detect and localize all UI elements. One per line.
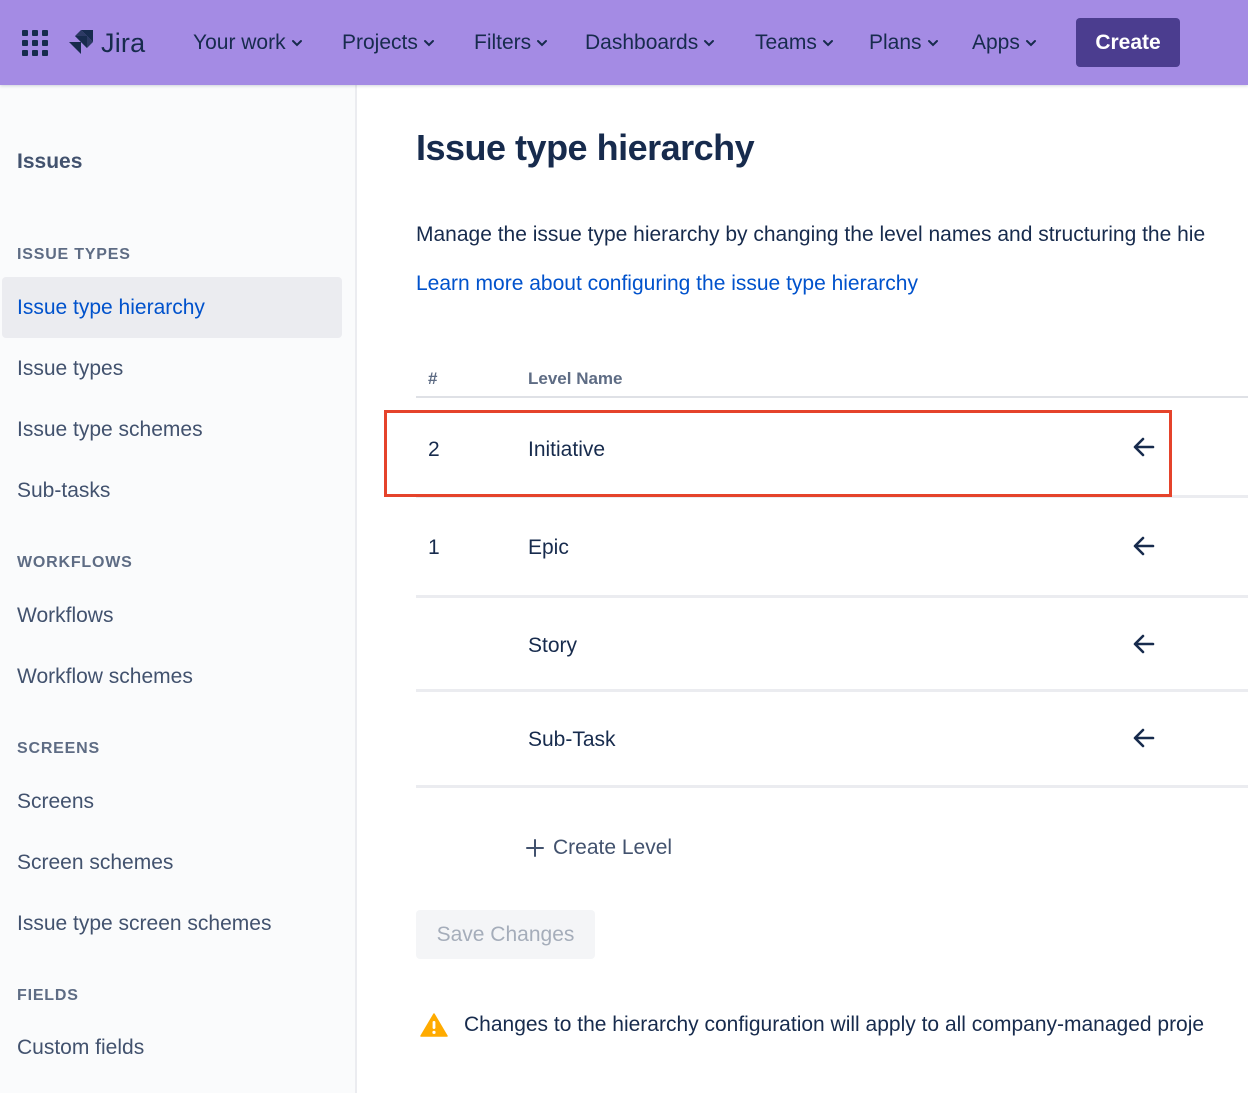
app-switcher-icon[interactable] — [22, 30, 48, 56]
chevron-down-icon — [927, 40, 938, 47]
chevron-down-icon — [822, 40, 833, 47]
sidebar-item-issue-types[interactable]: Issue types — [2, 338, 342, 399]
chevron-down-icon — [704, 40, 715, 47]
nav-label: Teams — [755, 31, 817, 54]
sidebar-item-label: Screens — [17, 789, 95, 813]
main-content: Issue type hierarchy Manage the issue ty… — [359, 85, 1248, 1093]
nav-projects[interactable]: Projects — [342, 28, 436, 58]
sidebar-item-issue-type-hierarchy[interactable]: Issue type hierarchy — [2, 277, 342, 338]
arrow-left-icon[interactable] — [1131, 631, 1157, 657]
sidebar-item-label: Workflow schemes — [17, 664, 193, 688]
nav-label: Your work — [193, 31, 286, 54]
sidebar-item-label: Issue type schemes — [17, 417, 203, 441]
level-name[interactable]: Story — [528, 634, 577, 658]
sidebar-item-custom-fields[interactable]: Custom fields — [2, 1017, 342, 1078]
plus-icon — [526, 839, 544, 857]
save-changes-button[interactable]: Save Changes — [416, 910, 595, 959]
chevron-down-icon — [423, 40, 434, 47]
level-name[interactable]: Epic — [528, 536, 569, 560]
arrow-left-icon[interactable] — [1131, 725, 1157, 751]
level-number: 1 — [428, 536, 440, 559]
sidebar-item-screens[interactable]: Screens — [2, 771, 342, 832]
sidebar: Issues ISSUE TYPES Issue type hierarchy … — [0, 85, 357, 1093]
warning-text: Changes to the hierarchy configuration w… — [464, 1013, 1205, 1036]
sidebar-item-workflow-schemes[interactable]: Workflow schemes — [2, 646, 342, 707]
page-title: Issue type hierarchy — [416, 127, 755, 168]
nav-your-work[interactable]: Your work — [193, 28, 304, 58]
level-name[interactable]: Initiative — [528, 438, 605, 462]
table-row: Story — [416, 598, 1248, 692]
sidebar-item-label: Workflows — [17, 603, 114, 627]
sidebar-item-workflows[interactable]: Workflows — [2, 585, 342, 646]
arrow-left-icon[interactable] — [1131, 434, 1157, 460]
nav-label: Filters — [474, 31, 532, 54]
sidebar-section-heading: SCREENS — [17, 740, 100, 757]
sidebar-item-screen-schemes[interactable]: Screen schemes — [2, 832, 342, 893]
nav-label: Dashboards — [585, 31, 699, 54]
create-level-label: Create Level — [553, 836, 673, 859]
sidebar-item-label: Issue types — [17, 356, 124, 380]
table-row: 1 Epic — [416, 498, 1248, 598]
sidebar-item-issue-type-screen-schemes[interactable]: Issue type screen schemes — [2, 893, 342, 954]
table-row: 2 Initiative — [416, 398, 1248, 498]
sidebar-section-heading: WORKFLOWS — [17, 554, 133, 571]
nav-plans[interactable]: Plans — [869, 28, 940, 58]
nav-filters[interactable]: Filters — [474, 28, 549, 58]
warning-icon — [420, 1013, 448, 1037]
page-description: Manage the issue type hierarchy by chang… — [416, 223, 1206, 246]
sidebar-item-label: Custom fields — [17, 1035, 145, 1059]
arrow-left-icon[interactable] — [1131, 533, 1157, 559]
sidebar-item-label: Sub-tasks — [17, 478, 111, 502]
top-navigation: Jira Your work Projects Filters Dashboar… — [0, 0, 1248, 85]
table-row: Sub-Task — [416, 692, 1248, 788]
jira-logo[interactable]: Jira — [67, 26, 145, 60]
create-button[interactable]: Create — [1076, 18, 1180, 67]
sidebar-item-label: Issue type hierarchy — [17, 295, 205, 319]
sidebar-title: Issues — [17, 150, 83, 173]
sidebar-section-heading: FIELDS — [17, 987, 79, 1004]
jira-logo-icon — [69, 30, 93, 54]
logo-text: Jira — [101, 27, 146, 58]
nav-label: Plans — [869, 31, 922, 54]
sidebar-item-sub-tasks[interactable]: Sub-tasks — [2, 460, 342, 521]
sidebar-section-heading: ISSUE TYPES — [17, 246, 131, 263]
warning-message: Changes to the hierarchy configuration w… — [420, 1012, 1204, 1038]
level-name[interactable]: Sub-Task — [528, 728, 616, 752]
level-number: 2 — [428, 438, 440, 461]
chevron-down-icon — [291, 40, 302, 47]
nav-label: Projects — [342, 31, 418, 54]
column-header-level-name: Level Name — [528, 369, 623, 388]
sidebar-item-label: Screen schemes — [17, 850, 174, 874]
chevron-down-icon — [537, 40, 548, 47]
sidebar-item-issue-type-schemes[interactable]: Issue type schemes — [2, 399, 342, 460]
chevron-down-icon — [1025, 40, 1036, 47]
learn-more-link[interactable]: Learn more about configuring the issue t… — [416, 272, 918, 296]
create-level-button[interactable]: Create Level — [525, 836, 672, 860]
nav-label: Apps — [972, 31, 1020, 54]
column-header-number: # — [428, 369, 438, 388]
nav-dashboards[interactable]: Dashboards — [585, 28, 716, 58]
nav-teams[interactable]: Teams — [755, 28, 835, 58]
sidebar-item-label: Issue type screen schemes — [17, 911, 272, 935]
nav-apps[interactable]: Apps — [972, 28, 1038, 58]
